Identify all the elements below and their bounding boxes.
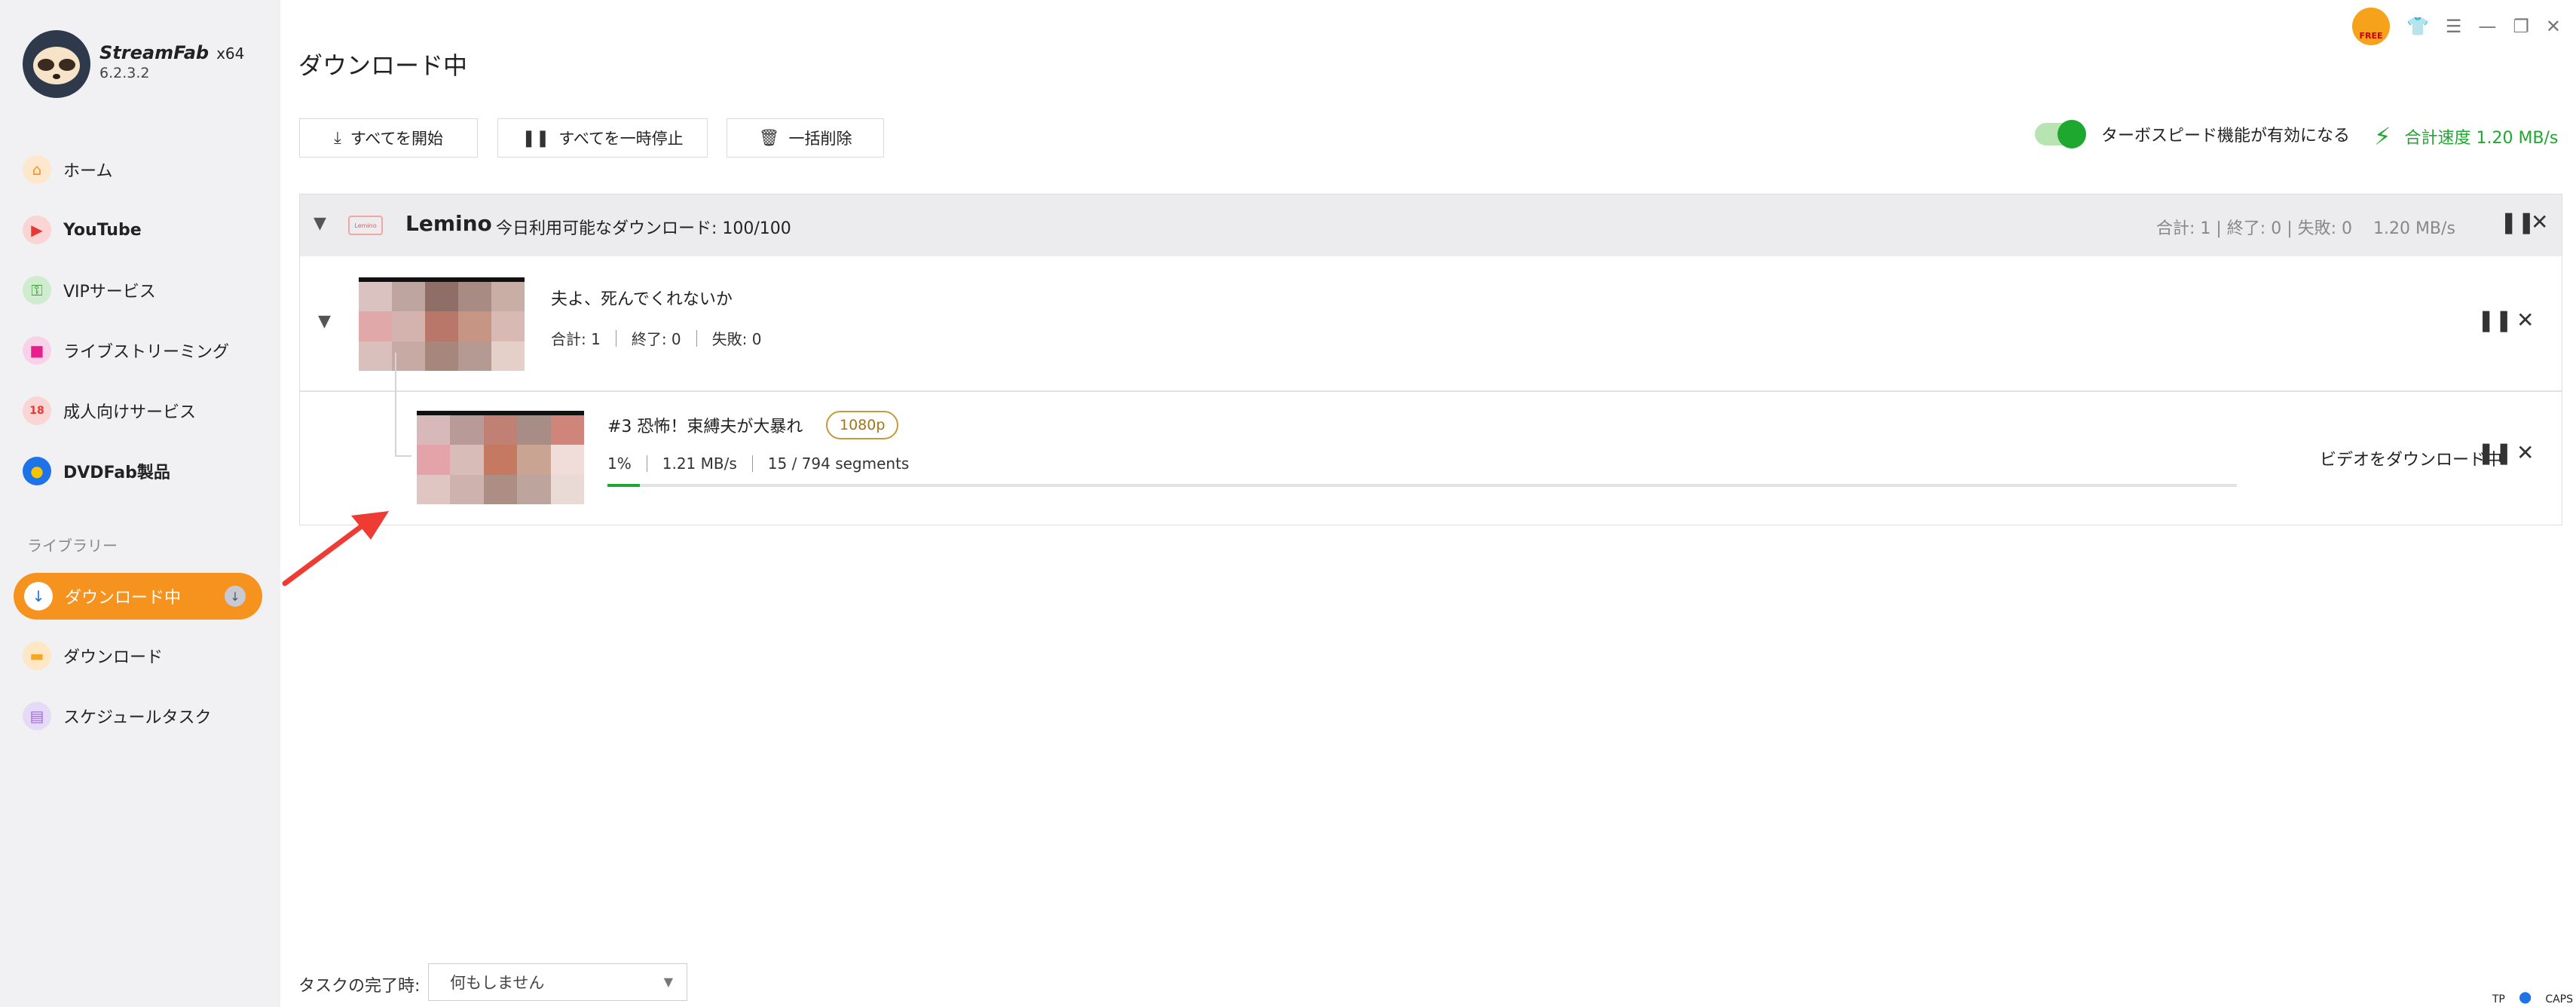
streamfab-logo xyxy=(23,30,90,98)
sidebar-item-schedule[interactable]: ▤ スケジュールタスク xyxy=(23,699,211,733)
series-total: 合計: 1 xyxy=(551,330,601,348)
chevron-down-icon: ▼ xyxy=(663,975,673,989)
sidebar-item-label: VIPサービス xyxy=(63,283,156,301)
series-close-icon[interactable]: ✕ xyxy=(2516,308,2534,332)
group-stats: 合計: 1 | 終了: 0 | 失敗: 0 1.20 MB/s xyxy=(2156,219,2455,238)
series-thumbnail xyxy=(359,277,525,371)
quality-badge: 1080p xyxy=(826,411,899,439)
restore-icon[interactable]: ❐ xyxy=(2513,16,2529,37)
on-complete-label: タスクの完了時: xyxy=(298,977,421,996)
sidebar-item-label: ダウンロード中 xyxy=(65,589,182,608)
download-count-icon: ↓ xyxy=(225,586,246,607)
collapse-group-icon[interactable]: ▼ xyxy=(314,214,326,233)
minimize-icon[interactable]: — xyxy=(2478,16,2496,37)
close-icon[interactable]: ✕ xyxy=(2546,16,2561,37)
app-arch: x64 xyxy=(216,44,245,63)
sidebar-item-label: ライブストリーミング xyxy=(63,343,230,362)
tree-connector xyxy=(395,353,396,457)
sidebar-item-label: DVDFab製品 xyxy=(63,464,170,482)
system-tray: TP ● CAPS xyxy=(2492,987,2573,1005)
series-failed: 失敗: 0 xyxy=(711,330,762,348)
dvdfab-icon: ● xyxy=(23,457,51,485)
episode-percent: 1% xyxy=(607,455,632,473)
trash-icon: 🗑 xyxy=(758,128,780,148)
turbo-speed: ターボスピード機能が有効になる xyxy=(2035,120,2351,148)
sidebar-item-label: YouTube xyxy=(63,220,142,240)
sidebar-item-adult[interactable]: 18 成人向けサービス xyxy=(23,394,196,427)
youtube-icon: ▶ xyxy=(23,216,51,244)
sidebar-item-label: ホーム xyxy=(63,162,113,181)
sidebar-item-dvdfab[interactable]: ● DVDFab製品 xyxy=(23,455,170,488)
sidebar-item-downloading[interactable]: ↓ ダウンロード中 ↓ xyxy=(14,573,262,620)
sidebar-item-downloaded[interactable]: ▬ ダウンロード xyxy=(23,639,163,672)
series-done: 終了: 0 xyxy=(631,330,681,348)
pause-all-label: すべてを一時停止 xyxy=(558,130,684,148)
key-icon: ⚿ xyxy=(23,276,51,305)
download-group: ▼ Lemino Lemino 今日利用可能なダウンロード: 100/100 合… xyxy=(299,194,2562,525)
group-close-icon[interactable]: ✕ xyxy=(2531,210,2548,234)
episode-segments: 15 / 794 segments xyxy=(767,455,910,473)
download-icon: ⤓ xyxy=(333,128,341,148)
sidebar: StreamFab x64 6.2.3.2 ⌂ ホーム ▶ YouTube ⚿ V… xyxy=(0,0,280,1007)
series-stats: 合計: 1 終了: 0 失敗: 0 xyxy=(551,327,761,349)
sidebar-item-vip[interactable]: ⚿ VIPサービス xyxy=(23,274,156,307)
episode-pause-icon[interactable]: ❚❚ xyxy=(2477,440,2513,465)
total-speed-value: 合計速度 1.20 MB/s xyxy=(2404,129,2559,148)
adult-icon: 18 xyxy=(23,396,51,425)
delete-all-button[interactable]: 🗑 一括削除 xyxy=(727,118,884,158)
start-all-label: すべてを開始 xyxy=(350,130,443,148)
episode-thumbnail xyxy=(417,411,584,504)
lightning-icon: ⚡ xyxy=(2374,122,2391,151)
on-complete-select[interactable]: 何もしません ▼ xyxy=(428,963,687,1001)
download-icon: ↓ xyxy=(24,582,53,611)
series-title: 夫よ、死んでくれないか xyxy=(551,290,733,309)
sidebar-item-label: ダウンロード xyxy=(63,648,164,667)
schedule-icon: ▤ xyxy=(23,702,51,730)
episode-progress-bar xyxy=(607,484,2237,487)
tray-ime: TP xyxy=(2492,993,2505,1005)
home-icon: ⌂ xyxy=(23,155,51,184)
sidebar-item-youtube[interactable]: ▶ YouTube xyxy=(23,213,142,246)
start-all-button[interactable]: ⤓ すべてを開始 xyxy=(299,118,478,158)
on-complete-value: 何もしません xyxy=(450,974,545,992)
group-quota: 今日利用可能なダウンロード: 100/100 xyxy=(496,219,791,238)
group-service-name: Lemino xyxy=(405,211,492,236)
lemino-logo: Lemino xyxy=(348,216,383,235)
episode-progress-info: 1% 1.21 MB/s 15 / 794 segments xyxy=(607,455,909,473)
collapse-series-icon[interactable]: ▼ xyxy=(318,312,331,331)
annotation-arrow xyxy=(282,511,389,586)
row-separator xyxy=(300,390,2562,392)
episode-speed: 1.21 MB/s xyxy=(662,455,737,473)
group-pause-icon[interactable]: ❚❚ xyxy=(2500,210,2535,234)
video-camera-icon: ■ xyxy=(23,336,51,365)
pause-all-button[interactable]: ❚❚ すべてを一時停止 xyxy=(497,118,708,158)
episode-close-icon[interactable]: ✕ xyxy=(2516,440,2534,465)
series-pause-icon[interactable]: ❚❚ xyxy=(2477,308,2513,332)
page-title: ダウンロード中 xyxy=(298,51,468,80)
library-section-label: ライブラリー xyxy=(27,537,118,555)
turbo-toggle[interactable] xyxy=(2035,120,2086,148)
total-speed: ⚡ 合計速度 1.20 MB/s xyxy=(2374,122,2558,151)
tray-caps: CAPS xyxy=(2545,993,2573,1005)
folder-icon: ▬ xyxy=(23,641,51,670)
sidebar-item-label: 成人向けサービス xyxy=(63,403,197,422)
delete-all-label: 一括削除 xyxy=(788,130,852,148)
episode-status: ビデオをダウンロード中 xyxy=(2320,451,2503,470)
episode-title: #3 恐怖！束縛夫が大暴れ xyxy=(607,418,803,436)
turbo-label: ターボスピード機能が有効になる xyxy=(2101,127,2351,145)
menu-icon[interactable]: ☰ xyxy=(2446,16,2462,37)
tray-dot-icon: ● xyxy=(2518,987,2532,1005)
sidebar-item-label: スケジュールタスク xyxy=(63,709,212,727)
free-badge[interactable]: FREE xyxy=(2351,8,2390,45)
group-header: ▼ Lemino Lemino 今日利用可能なダウンロード: 100/100 合… xyxy=(300,194,2562,256)
tree-connector xyxy=(395,455,411,457)
app-version: 6.2.3.2 xyxy=(99,65,150,81)
pause-icon: ❚❚ xyxy=(522,128,550,148)
window-controls: FREE 👕 ☰ — ❐ ✕ xyxy=(2351,8,2561,45)
episode-progress-fill xyxy=(607,484,641,487)
sidebar-item-live-streaming[interactable]: ■ ライブストリーミング xyxy=(23,334,229,367)
shirt-icon[interactable]: 👕 xyxy=(2406,16,2429,37)
app-brand: StreamFab x64 xyxy=(99,42,245,63)
sidebar-item-home[interactable]: ⌂ ホーム xyxy=(23,153,112,186)
